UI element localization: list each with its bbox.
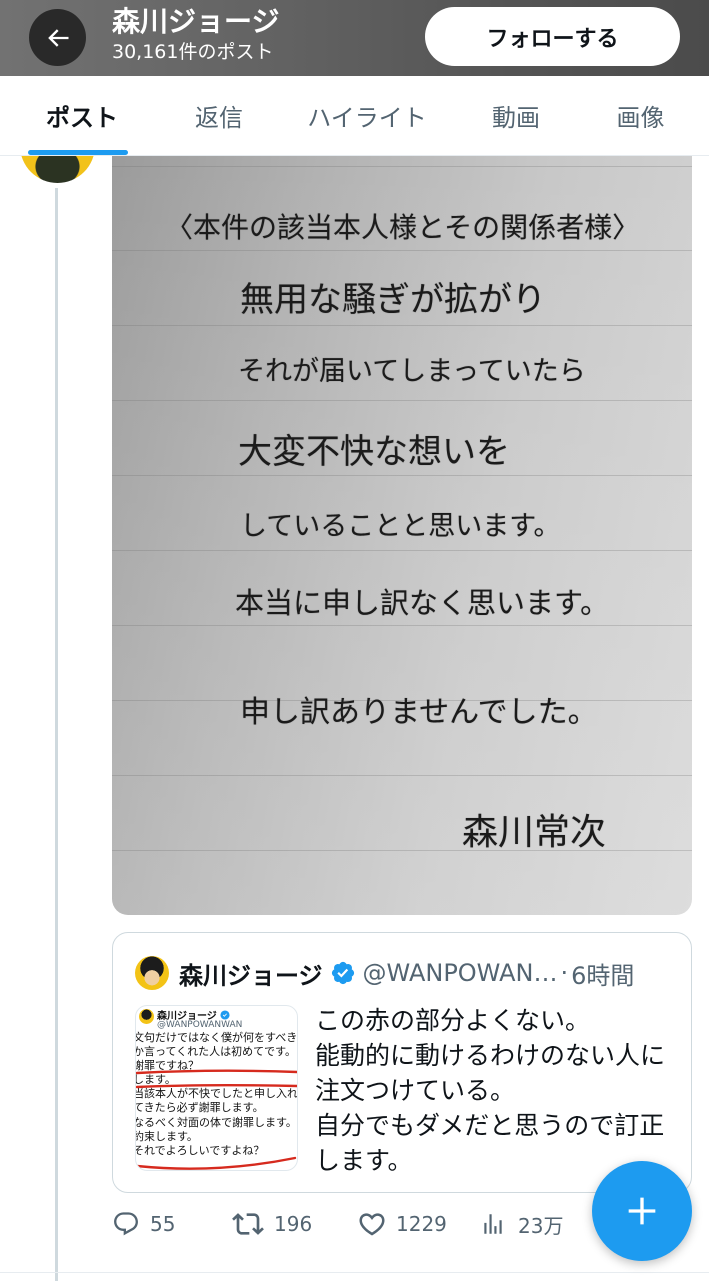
- handwritten-line: それが届いてしまっていたら: [238, 356, 586, 387]
- tab-label: 動画: [492, 104, 540, 132]
- tab-replies[interactable]: 返信: [164, 76, 274, 155]
- quoted-text-line: 能動的に動けるわけのない人に: [315, 1041, 666, 1070]
- divider: [0, 1272, 709, 1273]
- tab-label: 画像: [616, 104, 665, 132]
- handwritten-line: 本当に申し訳なく思います。: [235, 586, 610, 620]
- handwritten-line: 大変不快な想いを: [238, 432, 510, 472]
- heart-icon: [359, 1213, 385, 1236]
- repost-button[interactable]: 196: [232, 1208, 312, 1240]
- repost-count: 196: [274, 1212, 313, 1236]
- quoted-text-line: 自分でもダメだと思うので訂正: [315, 1111, 665, 1140]
- quoted-post[interactable]: 森川ジョージ @WANPOWAN… · 6時間 森川ジョージ @WANPOWAN…: [112, 932, 692, 1193]
- quoted-text-line: 注文つけている。: [315, 1076, 516, 1105]
- verified-badge-icon: [331, 961, 354, 985]
- post-count: 30,161件のポスト: [112, 41, 274, 63]
- profile-header: 森川ジョージ 30,161件のポスト フォローする: [0, 0, 709, 76]
- tab-posts[interactable]: ポスト: [0, 76, 164, 155]
- arrow-left-icon: [47, 28, 68, 47]
- red-annotation-line: [136, 1156, 297, 1170]
- like-button[interactable]: 1229: [357, 1208, 447, 1240]
- red-annotation-line: [136, 1084, 297, 1089]
- quoted-post-header: 森川ジョージ @WANPOWAN… · 6時間: [135, 955, 671, 991]
- reply-icon: [114, 1212, 138, 1236]
- handwritten-line: 申し訳ありませんでした。: [240, 695, 598, 730]
- views-button[interactable]: 23万: [480, 1208, 563, 1240]
- reply-button[interactable]: 55: [112, 1208, 175, 1240]
- quoted-media-thumbnail[interactable]: 森川ジョージ @WANPOWANWAN 文句だけではなく僕が何をすべき か言って…: [135, 1005, 298, 1171]
- quoted-post-text: この赤の部分よくない。 能動的に動けるわけのない人に 注文つけている。 自分でも…: [315, 1003, 677, 1178]
- thread-line: [55, 188, 58, 1281]
- tab-label: 返信: [195, 104, 243, 132]
- repost-icon: [232, 1213, 264, 1235]
- red-annotation-overlay: [136, 1069, 297, 1170]
- handwritten-line: していることと思います。: [240, 511, 561, 542]
- like-count: 1229: [396, 1212, 447, 1236]
- quoted-author-name: 森川ジョージ: [179, 961, 323, 990]
- handwritten-line: 無用な騒ぎが拡がり: [240, 280, 546, 320]
- tab-images[interactable]: 画像: [572, 76, 709, 155]
- handwritten-line: 〈本件の該当本人様とその関係者様〉: [165, 211, 641, 244]
- avatar: [135, 956, 169, 990]
- meta-separator: ·: [560, 959, 569, 987]
- back-button[interactable]: [29, 9, 86, 66]
- reply-count: 55: [150, 1212, 176, 1236]
- profile-name: 森川ジョージ: [112, 5, 280, 38]
- handwritten-signature: 森川常次: [462, 812, 607, 853]
- quoted-text-line: この赤の部分よくない。: [315, 1006, 591, 1035]
- compose-post-button[interactable]: [592, 1161, 692, 1261]
- active-tab-indicator: [28, 150, 128, 155]
- profile-tabs: ポスト 返信 ハイライト 動画 画像: [0, 76, 709, 156]
- tab-highlights[interactable]: ハイライト: [274, 76, 460, 155]
- views-count: 23万: [518, 1213, 564, 1238]
- views-icon: [484, 1214, 502, 1234]
- tab-label: ハイライト: [307, 104, 427, 132]
- plus-icon: [628, 1197, 656, 1225]
- follow-button[interactable]: フォローする: [425, 7, 680, 66]
- post-image[interactable]: 〈本件の該当本人様とその関係者様〉 無用な騒ぎが拡がり それが届いてしまっていた…: [112, 156, 692, 915]
- red-annotation-line: [136, 1069, 297, 1075]
- tab-videos[interactable]: 動画: [460, 76, 572, 155]
- quoted-post-time: 6時間: [571, 961, 635, 990]
- tab-label: ポスト: [46, 104, 118, 132]
- quoted-author-handle: @WANPOWAN…: [362, 959, 558, 987]
